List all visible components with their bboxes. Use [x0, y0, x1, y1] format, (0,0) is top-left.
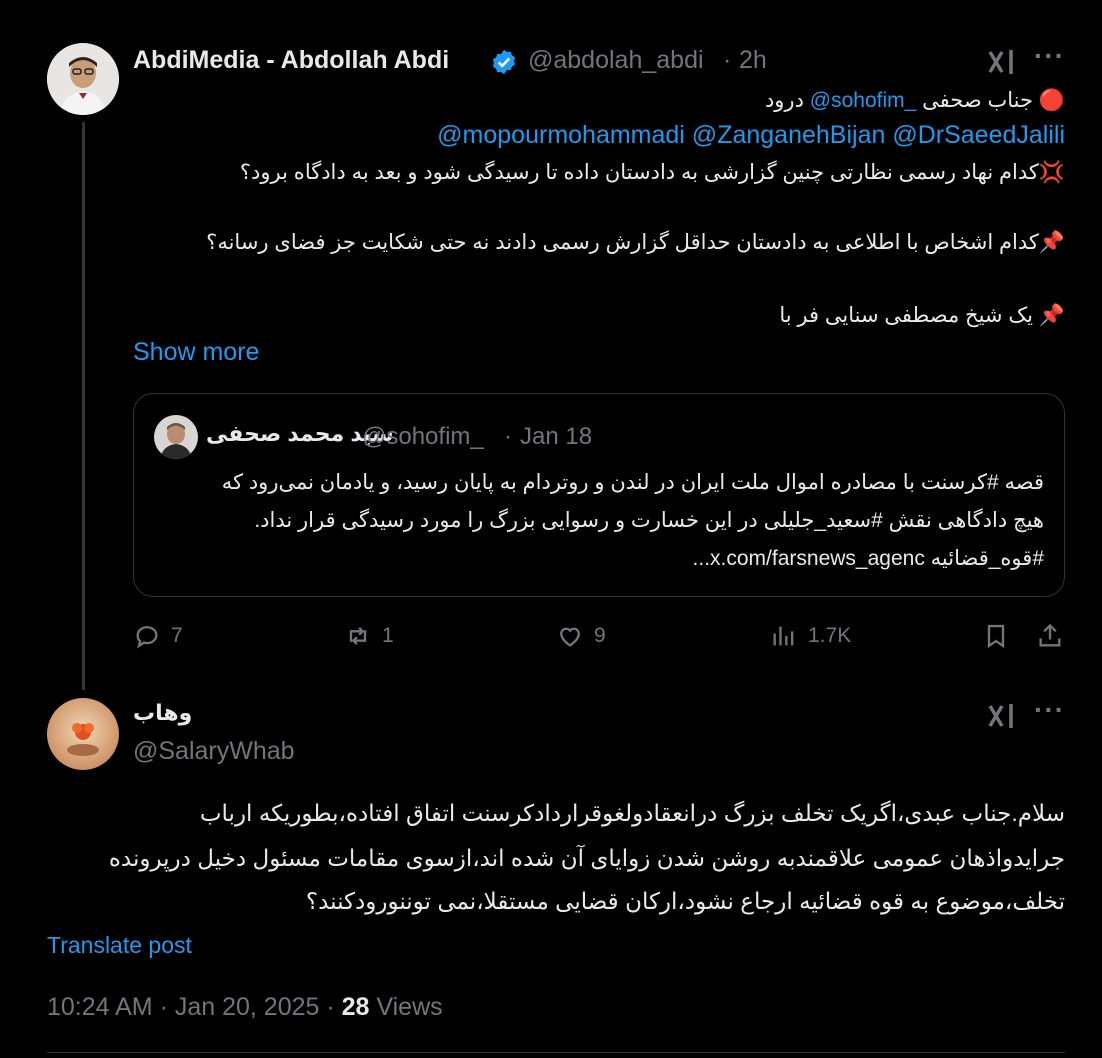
quoted-post-date[interactable]: Jan 18 [520, 423, 592, 451]
reply-line-2: جرایدواذهان عمومی علاقمندبه روشن شدن زوا… [108, 845, 1065, 871]
reply-grok-icon[interactable] [985, 700, 1017, 732]
reply-more-icon[interactable]: ··· [1034, 694, 1065, 726]
repost-count: 1 [382, 624, 394, 647]
like-count: 9 [594, 624, 606, 647]
mention-sohofim[interactable]: @sohofim_ [810, 89, 917, 112]
reply-count: 7 [171, 624, 183, 647]
time-separator: · [723, 46, 732, 74]
post-paragraph-3: 📌 یک شیخ مصطفی سنایی فر با [779, 304, 1065, 327]
show-more-link[interactable]: Show more [133, 338, 259, 367]
verified-badge-icon [490, 48, 518, 76]
share-icon [1039, 623, 1061, 647]
translate-post-link[interactable]: Translate post [47, 932, 192, 959]
views-label: Views [376, 993, 443, 1021]
thread-line [82, 122, 85, 690]
reply-line-3: تخلف،موضوع به قوه قضائیه ارجاع نشود،ارکا… [305, 888, 1065, 914]
reply-button[interactable]: 7 [133, 622, 183, 650]
like-button[interactable]: 9 [556, 622, 606, 650]
repost-icon [349, 627, 367, 645]
views-count: 1.7K [808, 624, 852, 647]
reply-line-1: سلام.جناب عبدی،اگریک تخلف بزرگ درانعقادو… [199, 800, 1065, 826]
author-name[interactable]: AbdiMedia - Abdollah Abdi [133, 46, 449, 75]
line1-suffix: درود [764, 89, 804, 112]
reply-author-handle[interactable]: @SalaryWhab [133, 737, 295, 766]
grok-icon[interactable] [985, 46, 1017, 78]
post-paragraph-2: 📌کدام اشخاص با اطلاعی به دادستان حداقل گ… [206, 231, 1065, 254]
post-mentions[interactable]: @mopourmohammadi @ZanganehBijan @DrSaeed… [437, 121, 1065, 150]
repost-button[interactable]: 1 [344, 622, 394, 650]
post-timestamp: 10:24 AM · Jan 20, 2025 · 28 Views [47, 993, 443, 1022]
quoted-post[interactable]: سید محمد صحفی @sohofim_ · Jan 18 قصه #کر… [133, 393, 1065, 597]
reply-author-avatar[interactable] [47, 698, 119, 770]
author-avatar[interactable] [47, 43, 119, 115]
reply-icon [136, 626, 158, 649]
views-button[interactable]: 1.7K [770, 622, 851, 650]
views-number: 28 [341, 993, 370, 1021]
timestamp-text[interactable]: 10:24 AM · Jan 20, 2025 · [47, 993, 335, 1021]
quoted-author-avatar[interactable] [154, 415, 198, 459]
bookmark-icon [987, 624, 1005, 649]
views-icon [773, 626, 794, 646]
post-line1: 🔴 جناب صحفی @sohofim_ درود [465, 88, 1065, 114]
post-paragraph-1: 💢کدام نهاد رسمی نظارتی چنین گزارشی به دا… [239, 161, 1065, 184]
divider [47, 1052, 1065, 1053]
like-icon [560, 627, 580, 647]
red-circle-emoji: 🔴 [1038, 89, 1065, 112]
reply-author-name[interactable]: وهاب [133, 700, 192, 726]
author-handle[interactable]: @abdolah_abdi [528, 46, 704, 75]
share-button[interactable] [1036, 622, 1064, 650]
post-time[interactable]: 2h [739, 46, 767, 75]
line1-text: جناب صحفی [922, 89, 1033, 112]
quoted-line-3: #قوه_قضائیه x.com/farsnews_agenc... [692, 547, 1044, 570]
quoted-time-separator: · [504, 423, 512, 450]
quoted-line-1: قصه #کرسنت با مصادره اموال ملت ایران در … [221, 471, 1044, 494]
bookmark-button[interactable] [982, 622, 1010, 650]
quoted-author-handle[interactable]: @sohofim_ [362, 423, 484, 451]
quoted-line-2: هیچ دادگاهی نقش #سعید_جلیلی در این خسارت… [254, 509, 1044, 532]
more-icon[interactable]: ··· [1034, 40, 1065, 72]
